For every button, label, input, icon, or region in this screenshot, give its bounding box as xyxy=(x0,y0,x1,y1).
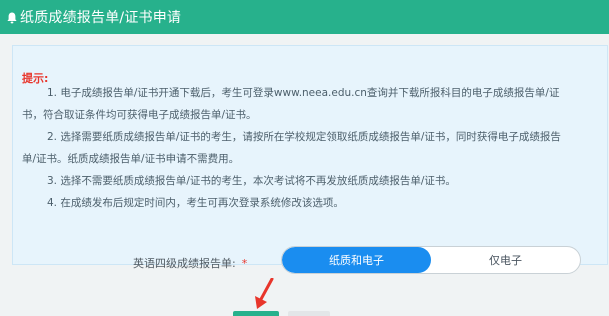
page-title: 纸质成绩报告单/证书申请 xyxy=(20,10,182,26)
notice-line-3: 2. 选择需要纸质成绩报告单/证书的考生，请按所在学校规定领取纸质成绩报告单/证… xyxy=(47,131,561,143)
notice-line-5: 3. 选择不需要纸质成绩报告单/证书的考生，本次考试将不再发放纸质成绩报告单/证… xyxy=(47,175,456,187)
option-electronic-only[interactable]: 仅电子 xyxy=(431,247,580,273)
submit-button[interactable] xyxy=(233,311,279,316)
content-panel: 提示: 1. 电子成绩报告单/证书开通下载后，考生可登录www.neea.edu… xyxy=(0,34,609,316)
cancel-button[interactable] xyxy=(288,311,330,316)
required-mark: * xyxy=(241,257,248,270)
report-type-toggle: 纸质和电子 仅电子 xyxy=(281,246,581,274)
red-arrow-icon xyxy=(255,278,274,309)
notice-line-4: 单/证书。纸质成绩报告单/证书申请不需费用。 xyxy=(22,153,240,165)
option-paper-and-electronic[interactable]: 纸质和电子 xyxy=(282,247,431,273)
cet4-report-label-text: 英语四级成绩报告单: xyxy=(133,257,236,270)
notice-line-2: 书，符合取证条件均可获得电子成绩报告单/证书。 xyxy=(22,109,257,121)
page-header: 纸质成绩报告单/证书申请 xyxy=(0,0,609,34)
notice-line-6: 4. 在成绩发布后规定时间内，考生可再次登录系统修改该选项。 xyxy=(47,197,344,209)
cet4-report-label: 英语四级成绩报告单: * xyxy=(133,255,247,271)
notice-box: 提示: 1. 电子成绩报告单/证书开通下载后，考生可登录www.neea.edu… xyxy=(12,45,608,265)
notice-line-1: 1. 电子成绩报告单/证书开通下载后，考生可登录www.neea.edu.cn查… xyxy=(47,87,560,99)
bell-icon xyxy=(7,12,17,23)
